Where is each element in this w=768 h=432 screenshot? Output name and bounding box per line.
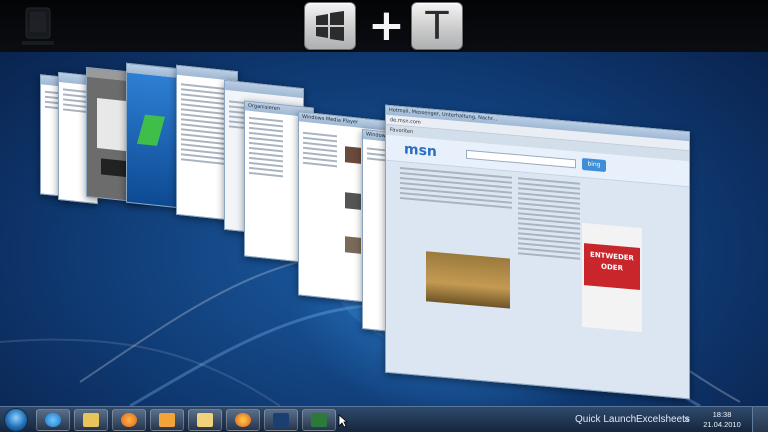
msn-search-input[interactable] [466, 149, 576, 169]
taskbar-folder-button[interactable] [188, 409, 222, 431]
msn-column-middle [514, 177, 584, 260]
folder-icon [83, 413, 99, 427]
folder-icon [197, 413, 213, 427]
bing-button[interactable]: bing [582, 157, 606, 172]
desktop: Organisieren Windows Media Player Window… [0, 52, 768, 406]
mouse-cursor-icon [338, 414, 348, 428]
window-msn[interactable]: Hotmail, Messenger, Unterhaltung, Nachr.… [385, 104, 690, 400]
taskbar-photoshop-button[interactable] [264, 409, 298, 431]
start-button[interactable] [4, 408, 28, 432]
t-key: T [411, 2, 463, 50]
clock-time: 18:38 [712, 410, 732, 419]
shortcut-banner: + T [0, 0, 768, 52]
watermark-logo-icon [22, 7, 54, 45]
firefox-icon [235, 413, 251, 427]
msn-ad[interactable]: ENTWEDER ODER [582, 222, 642, 333]
msn-news-photo[interactable] [426, 251, 510, 309]
show-desktop-button[interactable] [752, 407, 768, 432]
taskbar-excel-button[interactable] [302, 409, 336, 431]
taskbar: Quick Launch Excelsheets » 18:38 21.04.2… [0, 406, 768, 432]
spreadsheet-icon [311, 413, 327, 427]
taskbar-outlook-button[interactable] [150, 409, 184, 431]
mail-icon [159, 413, 175, 427]
toolbar-chevron[interactable]: » [684, 414, 690, 425]
plus-sign: + [368, 0, 405, 51]
t-key-label: T [425, 4, 449, 48]
windows-logo-icon [316, 11, 344, 41]
photoshop-icon [273, 413, 289, 427]
windows-key [304, 2, 356, 50]
taskbar-firefox-button[interactable] [226, 409, 260, 431]
excelsheets-toolbar[interactable]: Excelsheets [636, 414, 690, 425]
clock-date: 21.04.2010 [703, 420, 741, 429]
msn-logo[interactable]: msn [404, 141, 437, 160]
taskbar-media-button[interactable] [112, 409, 146, 431]
taskbar-explorer-button[interactable] [74, 409, 108, 431]
taskbar-ie-button[interactable] [36, 409, 70, 431]
internet-explorer-icon [45, 413, 61, 427]
clock[interactable]: 18:38 21.04.2010 [700, 410, 744, 430]
quick-launch-toolbar[interactable]: Quick Launch [575, 414, 636, 425]
media-player-icon [121, 413, 137, 427]
